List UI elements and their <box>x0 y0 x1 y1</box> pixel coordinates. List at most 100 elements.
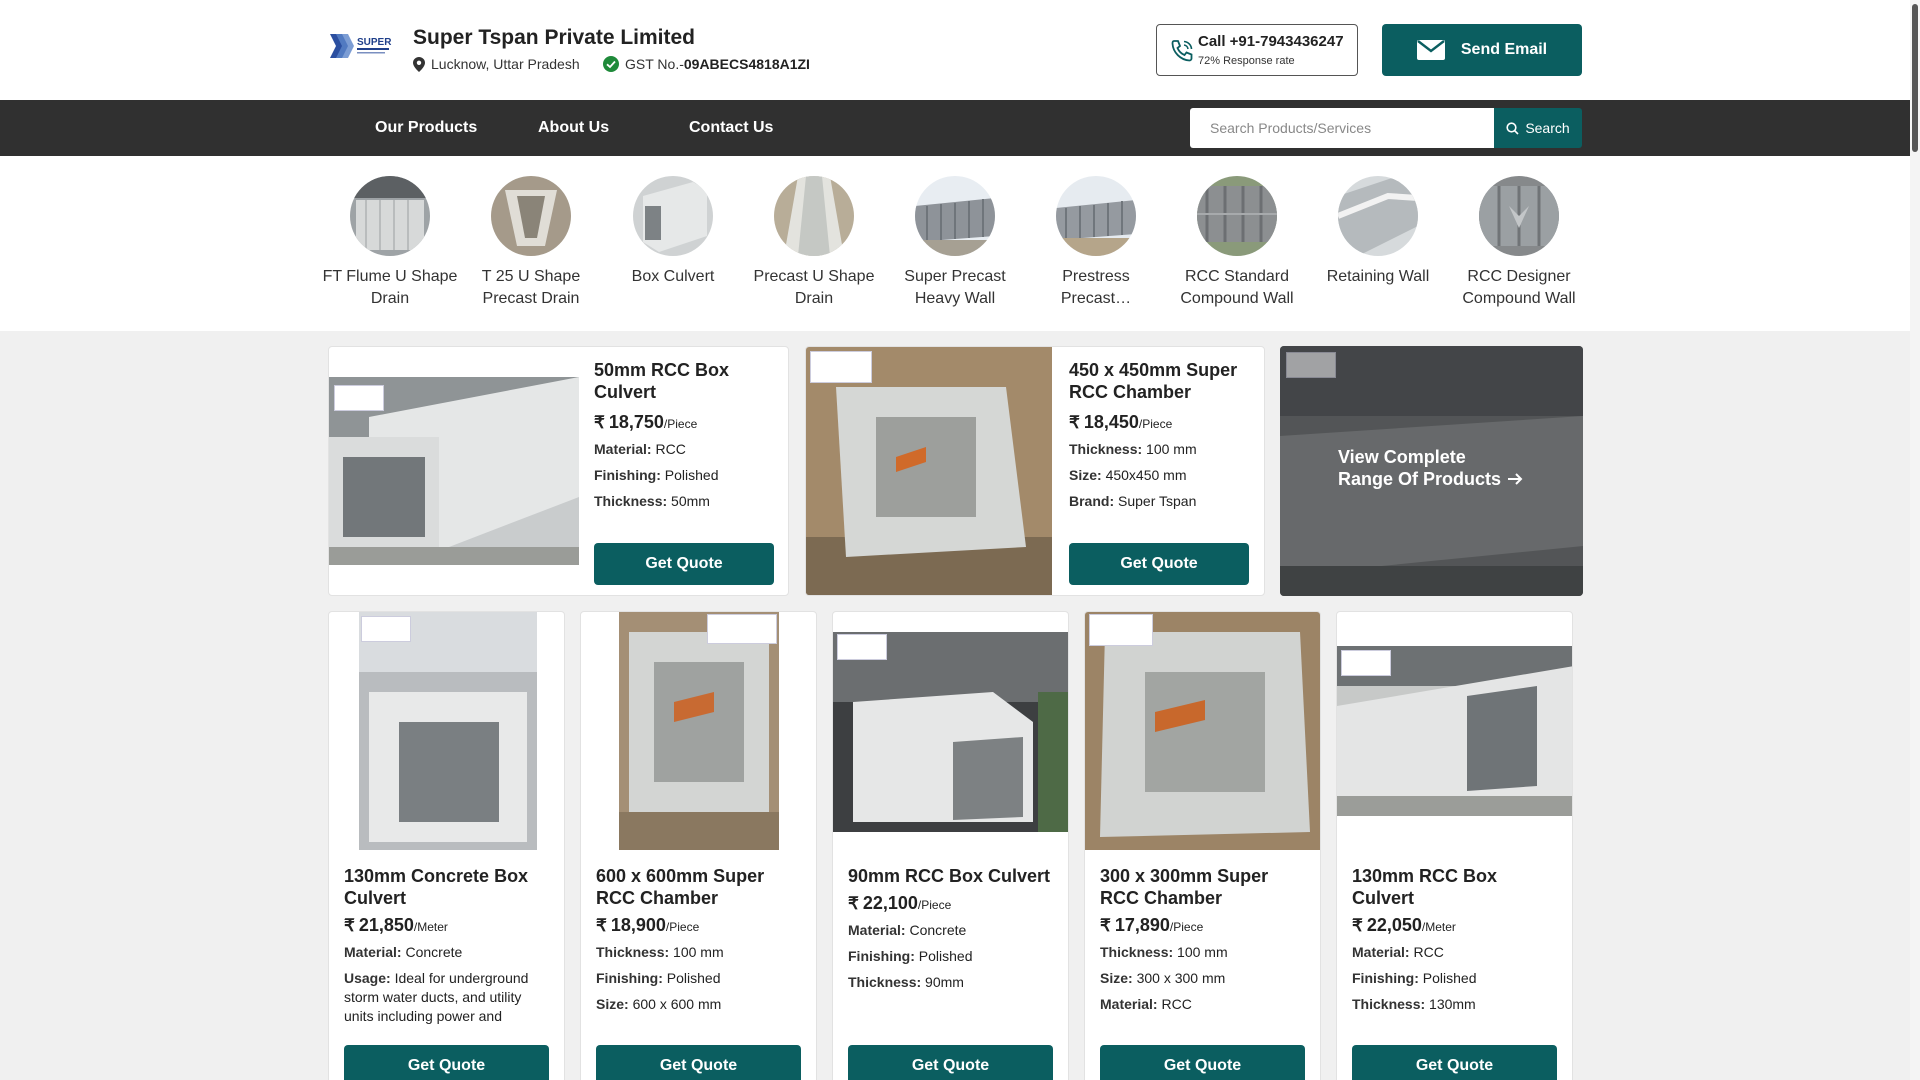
watermark-logo <box>1089 614 1153 646</box>
category-rcc-standard-wall[interactable]: RCC Standard Compound Wall <box>1167 176 1307 310</box>
product-image[interactable] <box>833 632 1068 832</box>
spec-key: Brand: <box>1069 493 1115 509</box>
get-quote-button[interactable]: Get Quote <box>1100 1045 1305 1080</box>
product-card[interactable]: 130mm RCC Box Culvert ₹22,050/Meter Mate… <box>1336 611 1573 1080</box>
spec-value: Polished <box>666 970 721 986</box>
spec-key: Usage: <box>344 970 391 986</box>
spec-value: 600 x 600 mm <box>632 996 722 1012</box>
product-price: ₹22,050/Meter <box>1352 915 1456 936</box>
spec-line: Thickness: 100 mm <box>1100 943 1228 962</box>
search-button[interactable]: Search <box>1494 108 1582 148</box>
product-title[interactable]: 130mm Concrete Box Culvert <box>344 865 549 909</box>
spec-line: Material: Concrete <box>344 943 549 962</box>
spec-value: 90mm <box>925 974 964 990</box>
product-card[interactable]: 600 x 600mm Super RCC Chamber ₹18,900/Pi… <box>580 611 817 1080</box>
page-scrollbar[interactable] <box>1910 0 1920 1080</box>
category-precast-u-drain[interactable]: Precast U Shape Drain <box>744 176 884 310</box>
product-title[interactable]: 50mm RCC Box Culvert <box>594 359 774 403</box>
product-title[interactable]: 90mm RCC Box Culvert <box>848 865 1058 887</box>
featured-product-card[interactable]: 50mm RCC Box Culvert ₹18,750/Piece Mater… <box>328 346 789 596</box>
spec-value: 300 x 300 mm <box>1136 970 1226 986</box>
product-title[interactable]: 130mm RCC Box Culvert <box>1352 865 1557 909</box>
category-label: Retaining Wall <box>1326 268 1430 285</box>
spec-key: Material: <box>344 944 402 960</box>
category-label: Super Precast Heavy Wall <box>904 268 1006 307</box>
price-unit: /Meter <box>413 920 448 934</box>
spec-line: Thickness: 130mm <box>1352 995 1476 1014</box>
spec-line: Size: 450x450 mm <box>1069 466 1187 485</box>
search-button-label: Search <box>1525 120 1570 136</box>
company-name[interactable]: Super Tspan Private Limited <box>413 26 695 50</box>
product-price: ₹22,100/Piece <box>848 893 951 914</box>
phone-icon <box>1171 40 1193 62</box>
spec-key: Finishing: <box>848 948 915 964</box>
spec-line: Material: RCC <box>594 440 686 459</box>
watermark-logo <box>361 616 411 642</box>
scrollbar-thumb[interactable] <box>1912 4 1918 152</box>
call-button[interactable]: Call +91-7943436247 72% Response rate <box>1156 24 1358 76</box>
company-logo[interactable]: SUPER <box>328 30 392 62</box>
category-ft-flume[interactable]: FT Flume U Shape Drain <box>320 176 460 310</box>
nav-contact-us[interactable]: Contact Us <box>689 119 773 137</box>
product-card[interactable]: 300 x 300mm Super RCC Chamber ₹17,890/Pi… <box>1084 611 1321 1080</box>
search-input[interactable] <box>1190 108 1494 148</box>
category-image <box>350 176 430 256</box>
location-pin-icon <box>413 56 425 72</box>
view-all-products-tile[interactable]: View Complete Range Of Products <box>1280 346 1583 596</box>
product-image[interactable] <box>359 612 537 850</box>
product-title[interactable]: 300 x 300mm Super RCC Chamber <box>1100 865 1305 909</box>
product-image[interactable] <box>1337 646 1572 816</box>
price-value: 22,100 <box>862 893 918 913</box>
send-email-button[interactable]: Send Email <box>1382 24 1582 76</box>
get-quote-button[interactable]: Get Quote <box>1069 543 1249 585</box>
watermark-logo <box>810 351 872 383</box>
spec-key: Material: <box>1100 996 1158 1012</box>
spec-key: Material: <box>1352 944 1410 960</box>
product-image[interactable] <box>806 347 1052 595</box>
spec-line: Thickness: 100 mm <box>1069 440 1197 459</box>
category-rcc-designer-wall[interactable]: RCC Designer Compound Wall <box>1449 176 1589 310</box>
category-image <box>915 176 995 256</box>
product-image[interactable] <box>1085 612 1320 850</box>
product-image[interactable] <box>619 612 779 850</box>
spec-key: Size: <box>596 996 629 1012</box>
product-card[interactable]: 90mm RCC Box Culvert ₹22,100/Piece Mater… <box>832 611 1069 1080</box>
nav-our-products[interactable]: Our Products <box>375 119 477 137</box>
rupee-icon: ₹ <box>1352 916 1363 935</box>
spec-value: 130mm <box>1429 996 1476 1012</box>
get-quote-button[interactable]: Get Quote <box>1352 1045 1557 1080</box>
category-image <box>1338 176 1418 256</box>
spec-value: 100 mm <box>1146 441 1197 457</box>
get-quote-button[interactable]: Get Quote <box>594 543 774 585</box>
nav-about-us[interactable]: About Us <box>538 119 609 137</box>
spec-value: 50mm <box>671 493 710 509</box>
spec-line: Finishing: Polished <box>596 969 720 988</box>
main-nav: Our Products About Us Contact Us Search <box>0 100 1910 156</box>
get-quote-button[interactable]: Get Quote <box>596 1045 801 1080</box>
category-prestress-precast[interactable]: Prestress Precast… <box>1026 176 1166 310</box>
spec-line: Thickness: 50mm <box>594 492 710 511</box>
product-title[interactable]: 450 x 450mm Super RCC Chamber <box>1069 359 1254 403</box>
rupee-icon: ₹ <box>1069 413 1080 432</box>
mail-icon <box>1416 40 1445 60</box>
spec-line: Material: Concrete <box>848 921 966 940</box>
category-t25-drain[interactable]: T 25 U Shape Precast Drain <box>461 176 601 310</box>
price-unit: /Piece <box>917 898 952 912</box>
category-box-culvert[interactable]: Box Culvert <box>603 176 743 288</box>
featured-product-card[interactable]: 450 x 450mm Super RCC Chamber ₹18,450/Pi… <box>805 346 1265 596</box>
spec-line: Finishing: Polished <box>848 947 972 966</box>
price-value: 18,900 <box>610 915 666 935</box>
category-image <box>774 176 854 256</box>
spec-key: Thickness: <box>1069 441 1143 457</box>
product-title[interactable]: 600 x 600mm Super RCC Chamber <box>596 865 801 909</box>
get-quote-button[interactable]: Get Quote <box>848 1045 1053 1080</box>
view-all-line1: View Complete <box>1338 447 1466 467</box>
product-image[interactable] <box>329 377 579 565</box>
product-card[interactable]: 130mm Concrete Box Culvert ₹21,850/Meter… <box>328 611 565 1080</box>
location-text: Lucknow, Uttar Pradesh <box>431 56 580 72</box>
category-heavy-wall[interactable]: Super Precast Heavy Wall <box>885 176 1025 310</box>
gst-number: 09ABECS4818A1ZI <box>683 56 810 72</box>
category-retaining-wall[interactable]: Retaining Wall <box>1308 176 1448 288</box>
spec-key: Thickness: <box>596 944 670 960</box>
get-quote-button[interactable]: Get Quote <box>344 1045 549 1080</box>
